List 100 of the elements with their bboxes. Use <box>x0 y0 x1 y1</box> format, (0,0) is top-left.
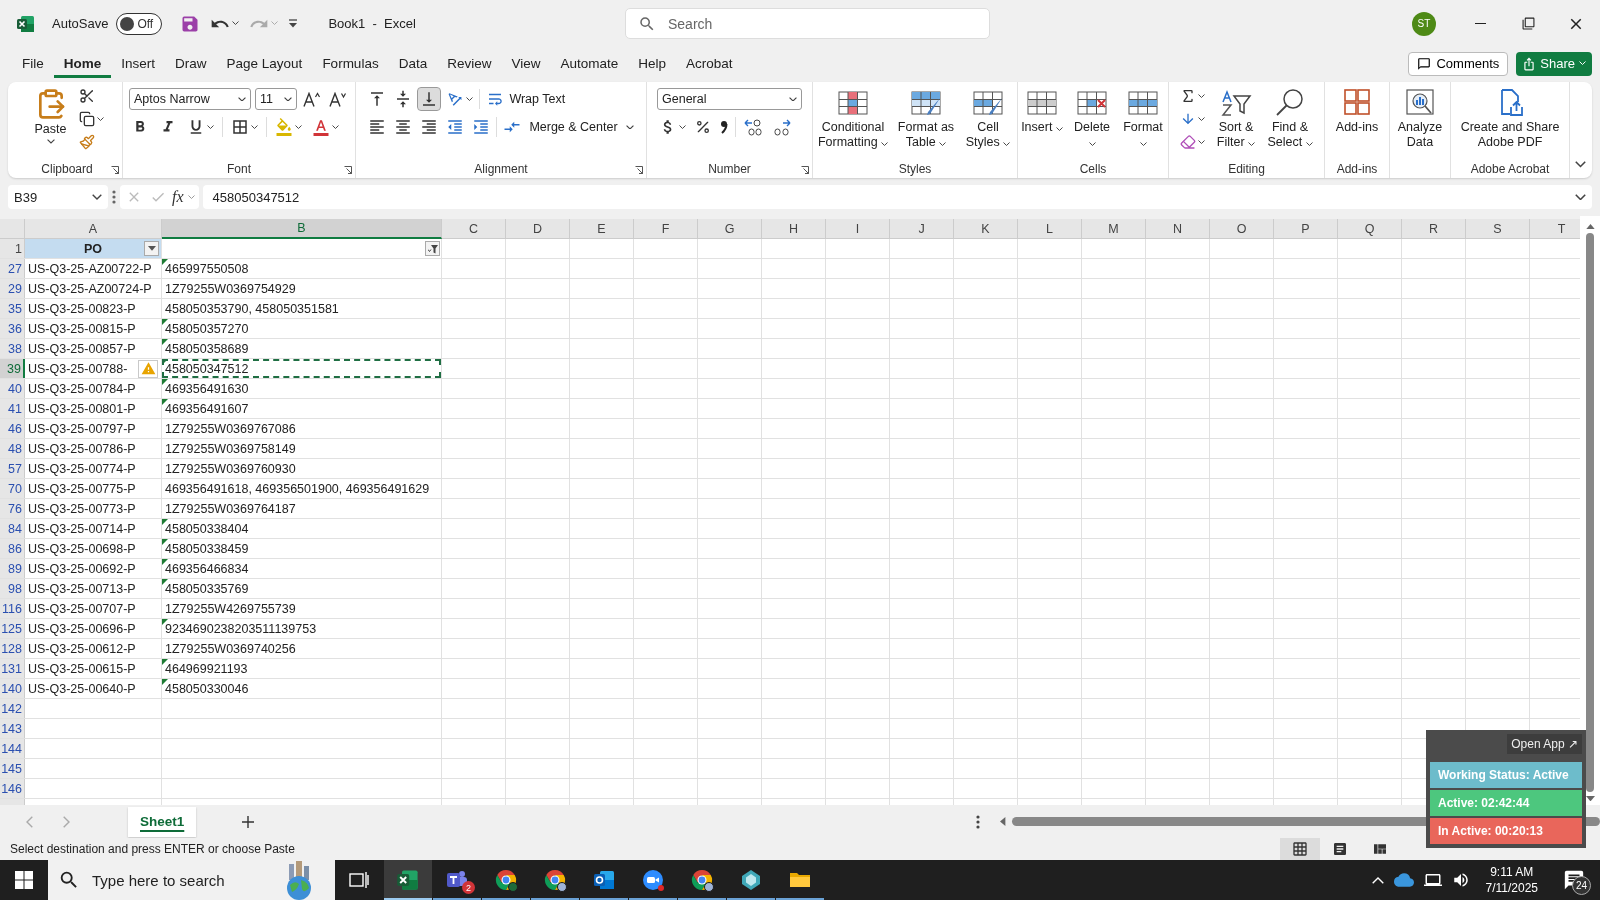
paste-button[interactable]: Paste <box>28 86 73 146</box>
column-header[interactable]: K <box>954 219 1018 239</box>
row-header[interactable]: 38 <box>0 339 25 358</box>
filter-button[interactable] <box>144 241 159 256</box>
notifications-button[interactable]: 24 <box>1554 860 1594 900</box>
menu-tab[interactable]: File <box>12 49 54 78</box>
column-header[interactable]: A <box>25 219 162 239</box>
row-header[interactable]: 116 <box>0 599 25 618</box>
menu-tab[interactable]: Help <box>628 49 677 78</box>
find-select-button[interactable]: Find & Select <box>1265 86 1315 152</box>
row-header[interactable]: 41 <box>0 399 25 418</box>
dialog-launcher-button[interactable] <box>801 166 809 174</box>
menu-tab[interactable]: Home <box>53 49 112 78</box>
column-header[interactable]: J <box>890 219 954 239</box>
menu-tab[interactable]: Page Layout <box>216 49 313 78</box>
format-as-table-button[interactable]: Format as Table <box>895 86 957 152</box>
menu-tab[interactable]: Automate <box>550 49 629 78</box>
row-header[interactable]: 146 <box>0 779 25 798</box>
comma-style-button[interactable] <box>718 118 730 136</box>
column-header[interactable]: B <box>162 219 442 239</box>
row-header[interactable]: 40 <box>0 379 25 398</box>
share-button[interactable]: Share <box>1516 51 1592 76</box>
row-header[interactable]: 48 <box>0 439 25 458</box>
sheet-tab[interactable]: Sheet1 <box>128 806 197 837</box>
row-header[interactable]: 29 <box>0 279 25 298</box>
font-name-dropdown[interactable]: Aptos Narrow <box>129 88 251 110</box>
column-header[interactable]: N <box>1146 219 1210 239</box>
normal-view-button[interactable] <box>1280 838 1320 860</box>
clear-button[interactable] <box>1178 132 1207 152</box>
dialog-launcher-button[interactable] <box>635 166 643 174</box>
column-header[interactable]: S <box>1466 219 1530 239</box>
user-avatar[interactable]: ST <box>1412 11 1436 36</box>
row-header[interactable]: 145 <box>0 759 25 778</box>
column-header[interactable]: M <box>1082 219 1146 239</box>
row-header[interactable]: 57 <box>0 459 25 478</box>
sort-filter-button[interactable]: Sort & Filter <box>1211 86 1261 152</box>
row-header[interactable]: 86 <box>0 539 25 558</box>
add-ins-button[interactable]: Add-ins <box>1330 86 1384 137</box>
menu-tab[interactable]: View <box>501 49 551 78</box>
open-app-button[interactable]: Open App ↗ <box>1507 734 1582 754</box>
row-header[interactable]: 84 <box>0 519 25 538</box>
row-header[interactable]: 70 <box>0 479 25 498</box>
formula-field[interactable]: 458050347512 <box>202 185 1592 209</box>
scrollbar-thumb[interactable] <box>1586 233 1594 792</box>
insert-function-button[interactable]: fx <box>172 188 184 206</box>
row-header[interactable]: 128 <box>0 639 25 658</box>
collapse-ribbon-button[interactable] <box>1573 159 1588 170</box>
menu-tab[interactable]: Insert <box>111 49 166 78</box>
row-header[interactable]: 143 <box>0 719 25 738</box>
column-header[interactable]: I <box>826 219 890 239</box>
row-header[interactable]: 76 <box>0 499 25 518</box>
column-header[interactable]: C <box>442 219 506 239</box>
create-pdf-button[interactable]: Create and Share Adobe PDF <box>1454 86 1566 152</box>
taskbar-app-button[interactable]: 2 <box>433 860 481 900</box>
menu-tab[interactable]: Acrobat <box>676 49 743 78</box>
row-header[interactable]: 98 <box>0 579 25 598</box>
format-button[interactable]: Format <box>1119 86 1167 152</box>
autosave-toggle[interactable]: Off <box>116 12 163 35</box>
column-header[interactable]: O <box>1210 219 1274 239</box>
conditional-formatting-button[interactable]: Conditional Formatting <box>815 86 891 152</box>
column-header[interactable]: R <box>1402 219 1466 239</box>
row-header[interactable]: 131 <box>0 659 25 678</box>
row-header[interactable]: 36 <box>0 319 25 338</box>
filter-button[interactable] <box>425 241 440 256</box>
analyze-data-button[interactable]: Analyze Data <box>1394 86 1446 152</box>
row-header[interactable]: 1 <box>0 239 25 258</box>
row-header[interactable]: 125 <box>0 619 25 638</box>
column-header[interactable]: G <box>698 219 762 239</box>
column-header[interactable]: P <box>1274 219 1338 239</box>
row-header[interactable]: 144 <box>0 739 25 758</box>
comments-button[interactable]: Comments <box>1408 51 1509 76</box>
menu-tab[interactable]: Draw <box>165 49 217 78</box>
delete-button[interactable]: Delete <box>1069 86 1115 152</box>
column-header[interactable]: F <box>634 219 698 239</box>
row-header[interactable]: 140 <box>0 679 25 698</box>
row-header[interactable]: 27 <box>0 259 25 278</box>
row-header[interactable]: 89 <box>0 559 25 578</box>
taskbar-app-button[interactable] <box>384 860 432 900</box>
taskbar-search-field[interactable]: Type here to search <box>48 860 335 900</box>
merge-center-button[interactable]: Merge & Center <box>501 116 636 138</box>
add-sheet-button[interactable] <box>240 813 257 830</box>
menu-tab[interactable]: Data <box>388 49 438 78</box>
menu-tab[interactable]: Formulas <box>312 49 389 78</box>
name-box[interactable]: B39 <box>8 185 108 209</box>
menu-tab[interactable]: Review <box>437 49 502 78</box>
font-size-dropdown[interactable]: 11 <box>255 88 297 110</box>
cell-styles-button[interactable]: Cell Styles <box>961 86 1015 152</box>
dialog-launcher-button[interactable] <box>111 166 119 174</box>
column-header[interactable]: E <box>570 219 634 239</box>
row-header[interactable]: 46 <box>0 419 25 438</box>
wrap-text-button[interactable]: Wrap Text <box>484 88 568 110</box>
column-header[interactable]: H <box>762 219 826 239</box>
increase-font-button[interactable] <box>301 89 323 109</box>
column-header[interactable]: L <box>1018 219 1082 239</box>
row-header[interactable]: 35 <box>0 299 25 318</box>
column-header[interactable]: T <box>1530 219 1580 239</box>
insert-button[interactable]: Insert <box>1019 86 1065 137</box>
row-header[interactable]: 39 <box>0 359 25 378</box>
bottom-align-button[interactable] <box>418 88 441 110</box>
column-header[interactable]: D <box>506 219 570 239</box>
